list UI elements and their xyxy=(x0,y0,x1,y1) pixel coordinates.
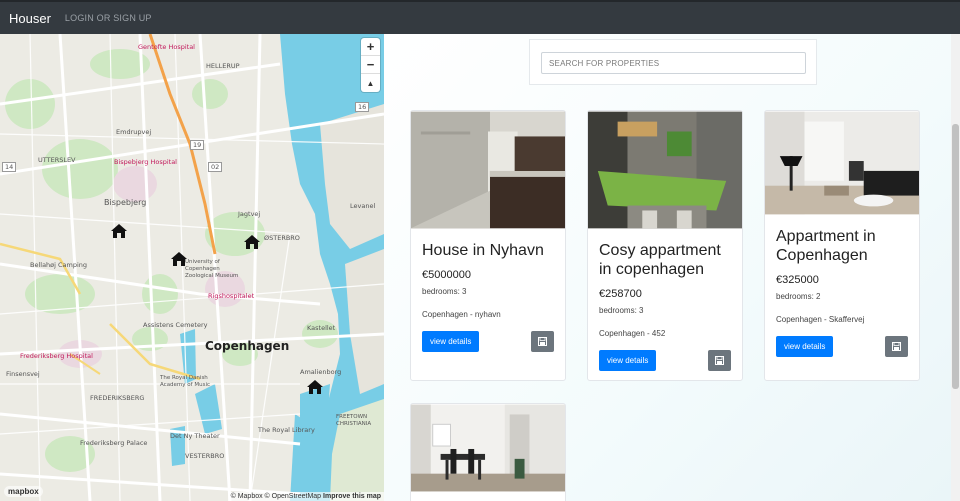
listing-card[interactable] xyxy=(410,403,566,501)
map-zoom-controls: + − ▲ xyxy=(361,38,380,92)
map-label-frederiksberg-palace: Frederiksberg Palace xyxy=(80,439,148,447)
house-icon[interactable] xyxy=(244,235,260,249)
map-label-rigshospitalet: Rigshospitalet xyxy=(208,292,255,300)
listing-image[interactable] xyxy=(411,111,565,229)
zoom-out-button[interactable]: − xyxy=(361,56,380,74)
save-icon[interactable] xyxy=(708,350,731,371)
navbar: Houser LOGIN OR SIGN UP xyxy=(0,0,960,34)
map-label-bispebjerg: Bispebjerg xyxy=(104,198,147,207)
map-label-finsensvej: Finsensvej xyxy=(6,370,40,378)
map-label-emdrupvej: Emdrupvej xyxy=(116,128,152,136)
map-label-jagtvej: Jagtvej xyxy=(238,210,261,218)
brand-logo[interactable]: Houser xyxy=(9,11,51,26)
map-label-royal-library: The Royal Library xyxy=(258,426,315,434)
listing-card[interactable]: Cosy appartment in copenhagen €258700 be… xyxy=(587,110,743,381)
view-details-button[interactable]: view details xyxy=(599,350,657,371)
house-icon[interactable] xyxy=(307,380,323,394)
map-label-kastellet: Kastellet xyxy=(307,324,336,332)
house-icon[interactable] xyxy=(111,224,127,238)
listing-bedrooms: bedrooms: 3 xyxy=(422,287,467,296)
map-label-det-ny: Det Ny Theater xyxy=(170,432,220,440)
house-icon[interactable] xyxy=(171,252,187,266)
compass-button[interactable]: ▲ xyxy=(361,74,380,92)
listing-title: Appartment in Copenhagen xyxy=(776,228,876,264)
listing-image[interactable] xyxy=(765,111,919,215)
attribution-text[interactable]: © Mapbox © OpenStreetMap xyxy=(231,493,321,500)
listing-price: €325000 xyxy=(776,274,819,286)
map-label-assistens: Assistens Cemetery xyxy=(143,321,208,329)
road-shield-19: 19 xyxy=(190,140,205,150)
listings-panel: House in Nyhavn €5000000 bedrooms: 3 Cop… xyxy=(384,34,951,501)
map-label-utterslev: UTTERSLEV xyxy=(38,156,76,164)
map-label-amalienborg: Amalienborg xyxy=(300,368,342,376)
map-label-frederiksberg-hospital: Frederiksberg Hospital xyxy=(20,352,93,360)
listing-card[interactable]: Appartment in Copenhagen €325000 bedroom… xyxy=(764,110,920,381)
view-details-button[interactable]: view details xyxy=(776,336,834,357)
listing-image[interactable] xyxy=(411,404,565,492)
listing-price: €5000000 xyxy=(422,269,471,281)
mapbox-logo[interactable]: mapbox xyxy=(4,486,43,497)
map-label-copenhagen: Copenhagen xyxy=(205,339,290,353)
listing-bedrooms: bedrooms: 3 xyxy=(599,306,644,315)
save-icon[interactable] xyxy=(531,331,554,352)
view-details-button[interactable]: view details xyxy=(422,331,480,352)
zoom-in-button[interactable]: + xyxy=(361,38,380,56)
map-label-frederiksberg: FREDERIKSBERG xyxy=(90,394,145,402)
map-label-bispebjerg-hospital: Bispebjerg Hospital xyxy=(114,158,177,166)
search-container xyxy=(529,39,817,85)
listing-image[interactable] xyxy=(588,111,742,229)
listing-title: Cosy appartment in copenhagen xyxy=(599,242,721,278)
listing-location: Copenhagen - Skaffervej xyxy=(776,315,865,324)
search-input[interactable] xyxy=(541,52,806,74)
road-shield-02: 02 xyxy=(208,162,223,172)
map-attribution: © Mapbox © OpenStreetMap Improve this ma… xyxy=(227,492,384,501)
listing-location: Copenhagen - nyhavn xyxy=(422,310,501,319)
login-signup-link[interactable]: LOGIN OR SIGN UP xyxy=(65,13,152,23)
road-shield-14: 14 xyxy=(2,162,17,172)
listing-bedrooms: bedrooms: 2 xyxy=(776,292,821,301)
map-label-christiania: FREETOWN CHRISTIANIA xyxy=(336,414,372,427)
map-label-vesterbro: VESTERBRO xyxy=(185,452,225,460)
listing-title: House in Nyhavn xyxy=(422,242,544,259)
map-label-levanel: Levanel xyxy=(350,202,376,210)
listing-location: Copenhagen - 452 xyxy=(599,329,666,338)
road-shield-16: 16 xyxy=(355,102,370,112)
map-label-zoological: University of Copenhagen Zoological Muse… xyxy=(185,259,239,279)
map-label-bellahoj: Bellahøj Camping xyxy=(30,261,88,269)
listing-card[interactable]: House in Nyhavn €5000000 bedrooms: 3 Cop… xyxy=(410,110,566,381)
save-icon[interactable] xyxy=(885,336,908,357)
map-view[interactable]: HELLERUP Gentofte Hospital Emdrupvej Bis… xyxy=(0,34,384,501)
map-label-hellerup: HELLERUP xyxy=(206,62,240,70)
listing-price: €258700 xyxy=(599,288,642,300)
page-scrollbar[interactable] xyxy=(951,34,960,501)
scrollbar-thumb[interactable] xyxy=(952,124,959,389)
improve-map-link[interactable]: Improve this map xyxy=(323,493,381,500)
map-label-royal-danish: The Royal Danish Academy of Music xyxy=(160,375,210,388)
map-label-gentofte: Gentofte Hospital xyxy=(138,43,195,51)
map-label-osterbro: ØSTERBRO xyxy=(264,234,300,242)
